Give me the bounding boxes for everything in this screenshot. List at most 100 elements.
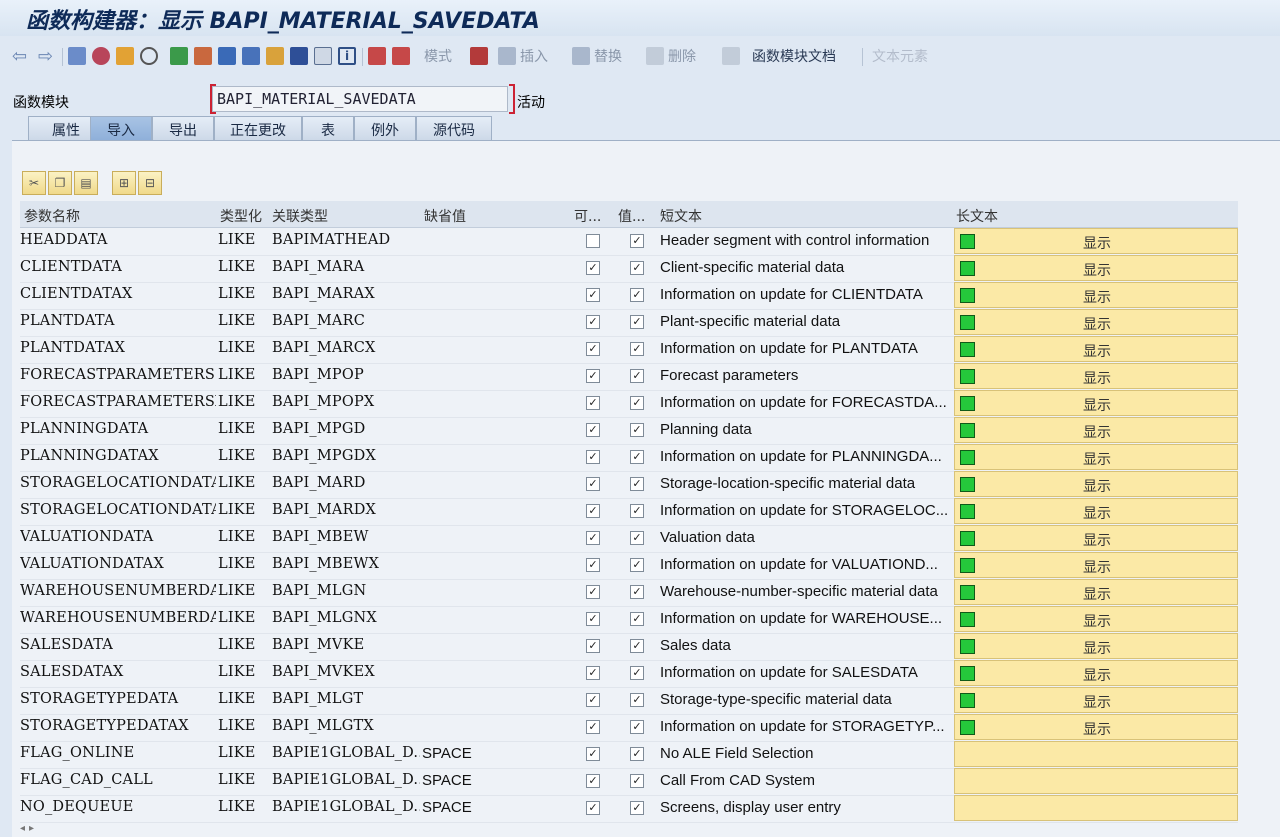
info-icon[interactable]: i xyxy=(338,46,356,66)
long-text-cell[interactable]: 显示 xyxy=(954,660,1238,686)
optional-checkbox[interactable]: ✓ xyxy=(586,342,600,356)
table-row[interactable]: FORECASTPARAMETERSX LIKE BAPI_MPOPX ✓ ✓ Infor… xyxy=(20,390,1238,418)
short-text-cell[interactable]: Forecast parameters xyxy=(660,367,952,384)
col-default[interactable]: 缺省值 xyxy=(424,206,466,226)
horizontal-scroll[interactable]: ◂ ▸ xyxy=(20,823,34,836)
long-text-cell[interactable]: 显示 xyxy=(954,606,1238,632)
delete-row-icon[interactable]: ⊟ xyxy=(138,171,162,195)
param-name-cell[interactable]: VALUATIONDATAX xyxy=(20,556,216,572)
default-value-cell[interactable]: SPACE xyxy=(422,799,562,816)
assoc-type-cell[interactable]: BAPI_MBEWX xyxy=(272,556,420,572)
table-row[interactable]: STORAGETYPEDATA LIKE BAPI_MLGT ✓ ✓ Storage-ty… xyxy=(20,687,1238,715)
short-text-cell[interactable]: Call From CAD System xyxy=(660,772,952,789)
table-row[interactable]: VALUATIONDATAX LIKE BAPI_MBEWX ✓ ✓ Informatio… xyxy=(20,552,1238,580)
short-text-cell[interactable]: Information on update for CLIENTDATA xyxy=(660,286,952,303)
short-text-cell[interactable]: Information on update for SALESDATA xyxy=(660,664,952,681)
table-row[interactable]: PLANTDATAX LIKE BAPI_MARCX ✓ ✓ Information on… xyxy=(20,336,1238,364)
optional-checkbox[interactable]: ✓ xyxy=(586,801,600,815)
pass-value-checkbox[interactable]: ✓ xyxy=(630,288,644,302)
param-name-cell[interactable]: STORAGETYPEDATA xyxy=(20,691,216,707)
long-text-cell[interactable]: 显示 xyxy=(954,633,1238,659)
table-row[interactable]: STORAGELOCATIONDATAX LIKE BAPI_MARDX ✓ ✓ Info… xyxy=(20,498,1238,526)
short-text-cell[interactable]: Storage-location-specific material data xyxy=(660,475,952,492)
optional-checkbox[interactable]: ✓ xyxy=(586,747,600,761)
pass-value-checkbox[interactable]: ✓ xyxy=(630,720,644,734)
col-short-text[interactable]: 短文本 xyxy=(660,206,702,226)
assoc-type-cell[interactable]: BAPI_MARA xyxy=(272,259,420,275)
long-text-cell[interactable]: 显示 xyxy=(954,228,1238,254)
typing-cell[interactable]: LIKE xyxy=(218,232,268,248)
short-text-cell[interactable]: Screens, display user entry xyxy=(660,799,952,816)
param-name-cell[interactable]: FORECASTPARAMETERSX xyxy=(20,394,216,410)
pass-value-checkbox[interactable]: ✓ xyxy=(630,234,644,248)
pass-value-checkbox[interactable]: ✓ xyxy=(630,801,644,815)
other-object-icon[interactable] xyxy=(68,46,86,66)
tab-import[interactable]: 导入 xyxy=(90,116,152,140)
pass-value-checkbox[interactable]: ✓ xyxy=(630,585,644,599)
param-name-cell[interactable]: PLANTDATAX xyxy=(20,340,216,356)
typing-cell[interactable]: LIKE xyxy=(218,745,268,761)
typing-cell[interactable]: LIKE xyxy=(218,799,268,815)
param-name-cell[interactable]: PLANNINGDATAX xyxy=(20,448,216,464)
long-text-cell[interactable]: 显示 xyxy=(954,579,1238,605)
long-text-cell[interactable]: 显示 xyxy=(954,309,1238,335)
table-row[interactable]: FLAG_CAD_CALL LIKE BAPIE1GLOBAL_D... SPACE ✓… xyxy=(20,768,1238,796)
param-name-cell[interactable]: PLANNINGDATA xyxy=(20,421,216,437)
long-text-cell[interactable]: 显示 xyxy=(954,687,1238,713)
short-text-cell[interactable]: Information on update for STORAGETYP... xyxy=(660,718,952,735)
typing-cell[interactable]: LIKE xyxy=(218,394,268,410)
assoc-type-cell[interactable]: BAPI_MARC xyxy=(272,313,420,329)
back-icon[interactable]: ⇦ xyxy=(12,46,27,67)
long-text-cell[interactable]: 显示 xyxy=(954,552,1238,578)
insert-row-icon[interactable]: ⊞ xyxy=(112,171,136,195)
typing-cell[interactable]: LIKE xyxy=(218,367,268,383)
assoc-type-cell[interactable]: BAPI_MLGT xyxy=(272,691,420,707)
short-text-cell[interactable]: Valuation data xyxy=(660,529,952,546)
optional-checkbox[interactable]: ✓ xyxy=(586,450,600,464)
typing-cell[interactable]: LIKE xyxy=(218,313,268,329)
short-text-cell[interactable]: Information on update for VALUATIOND... xyxy=(660,556,952,573)
pass-value-checkbox[interactable]: ✓ xyxy=(630,693,644,707)
typing-cell[interactable]: LIKE xyxy=(218,691,268,707)
short-text-cell[interactable]: Information on update for WAREHOUSE... xyxy=(660,610,952,627)
optional-checkbox[interactable]: ✓ xyxy=(586,558,600,572)
typing-cell[interactable]: LIKE xyxy=(218,610,268,626)
pass-value-checkbox[interactable]: ✓ xyxy=(630,450,644,464)
typing-cell[interactable]: LIKE xyxy=(218,772,268,788)
short-text-cell[interactable]: Information on update for PLANNINGDA... xyxy=(660,448,952,465)
copy-icon[interactable]: ❐ xyxy=(48,171,72,195)
optional-checkbox[interactable]: ✓ xyxy=(586,504,600,518)
col-typing[interactable]: 类型化 xyxy=(220,206,262,226)
typing-cell[interactable]: LIKE xyxy=(218,529,268,545)
typing-cell[interactable]: LIKE xyxy=(218,259,268,275)
pass-value-checkbox[interactable]: ✓ xyxy=(630,369,644,383)
tab-exceptions[interactable]: 例外 xyxy=(354,116,416,140)
optional-checkbox[interactable]: ✓ xyxy=(586,774,600,788)
typing-cell[interactable]: LIKE xyxy=(218,583,268,599)
param-name-cell[interactable]: WAREHOUSENUMBERDATA xyxy=(20,583,216,599)
optional-checkbox[interactable]: ✓ xyxy=(586,639,600,653)
scroll-left-icon[interactable]: ◂ xyxy=(20,823,25,836)
short-text-cell[interactable]: Client-specific material data xyxy=(660,259,952,276)
param-name-cell[interactable]: STORAGETYPEDATAX xyxy=(20,718,216,734)
pass-value-checkbox[interactable]: ✓ xyxy=(630,774,644,788)
assoc-type-cell[interactable]: BAPI_MVKEX xyxy=(272,664,420,680)
short-text-cell[interactable]: Information on update for STORAGELOC... xyxy=(660,502,952,519)
param-name-cell[interactable]: CLIENTDATA xyxy=(20,259,216,275)
assoc-type-cell[interactable]: BAPI_MARD xyxy=(272,475,420,491)
cut-icon[interactable]: ✂ xyxy=(22,171,46,195)
short-text-cell[interactable]: Information on update for PLANTDATA xyxy=(660,340,952,357)
long-text-cell[interactable]: 显示 xyxy=(954,498,1238,524)
long-text-cell[interactable] xyxy=(954,795,1238,821)
pass-value-checkbox[interactable]: ✓ xyxy=(630,666,644,680)
long-text-cell[interactable]: 显示 xyxy=(954,714,1238,740)
assoc-type-cell[interactable]: BAPI_MARDX xyxy=(272,502,420,518)
typing-cell[interactable]: LIKE xyxy=(218,556,268,572)
long-text-cell[interactable]: 显示 xyxy=(954,444,1238,470)
optional-checkbox[interactable]: ✓ xyxy=(586,585,600,599)
print-all-icon[interactable] xyxy=(392,46,410,66)
long-text-cell[interactable]: 显示 xyxy=(954,336,1238,362)
param-name-cell[interactable]: WAREHOUSENUMBERDATAX xyxy=(20,610,216,626)
table-row[interactable]: WAREHOUSENUMBERDATALIKEBAPI_MLGN ✓ ✓ Wareho… xyxy=(20,579,1238,607)
col-long-text[interactable]: 长文本 xyxy=(956,206,998,226)
